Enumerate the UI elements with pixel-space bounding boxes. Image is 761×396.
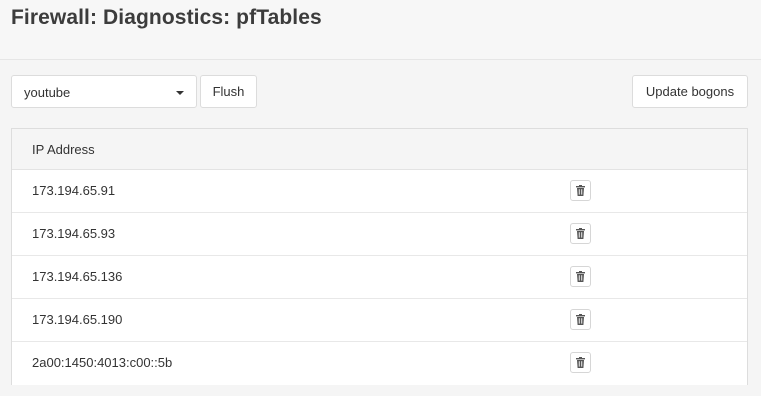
table-row: 173.194.65.190	[12, 299, 747, 342]
pftable-panel: IP Address 173.194.65.91 173.194.65.93 1…	[11, 128, 748, 385]
update-bogons-button[interactable]: Update bogons	[632, 75, 748, 108]
delete-entry-button[interactable]	[570, 266, 591, 287]
trash-icon	[576, 185, 585, 196]
flush-button[interactable]: Flush	[200, 75, 257, 108]
delete-entry-button[interactable]	[570, 180, 591, 201]
toolbar: youtube Flush Update bogons	[11, 75, 748, 108]
delete-entry-button[interactable]	[570, 352, 591, 373]
page-title: Firewall: Diagnostics: pfTables	[11, 6, 322, 29]
table-row: 173.194.65.93	[12, 213, 747, 256]
ip-address-cell: 2a00:1450:4013:c00::5b	[32, 355, 173, 370]
table-row: 173.194.65.136	[12, 256, 747, 299]
table-select-value: youtube	[24, 85, 71, 100]
ip-address-cell: 173.194.65.91	[32, 183, 116, 198]
delete-entry-button[interactable]	[570, 309, 591, 330]
table-row: 2a00:1450:4013:c00::5b	[12, 342, 747, 385]
delete-entry-button[interactable]	[570, 223, 591, 244]
trash-icon	[576, 314, 585, 325]
column-header-ip-address: IP Address	[32, 142, 95, 157]
trash-icon	[576, 271, 585, 282]
ip-address-cell: 173.194.65.190	[32, 312, 123, 327]
trash-icon	[576, 228, 585, 239]
table-row: 173.194.65.91	[12, 170, 747, 213]
chevron-down-icon	[176, 91, 184, 95]
ip-address-cell: 173.194.65.136	[32, 269, 123, 284]
ip-address-cell: 173.194.65.93	[32, 226, 116, 241]
trash-icon	[576, 357, 585, 368]
page-header: Firewall: Diagnostics: pfTables	[0, 0, 761, 60]
table-header: IP Address	[12, 129, 747, 170]
table-select[interactable]: youtube	[11, 75, 197, 108]
